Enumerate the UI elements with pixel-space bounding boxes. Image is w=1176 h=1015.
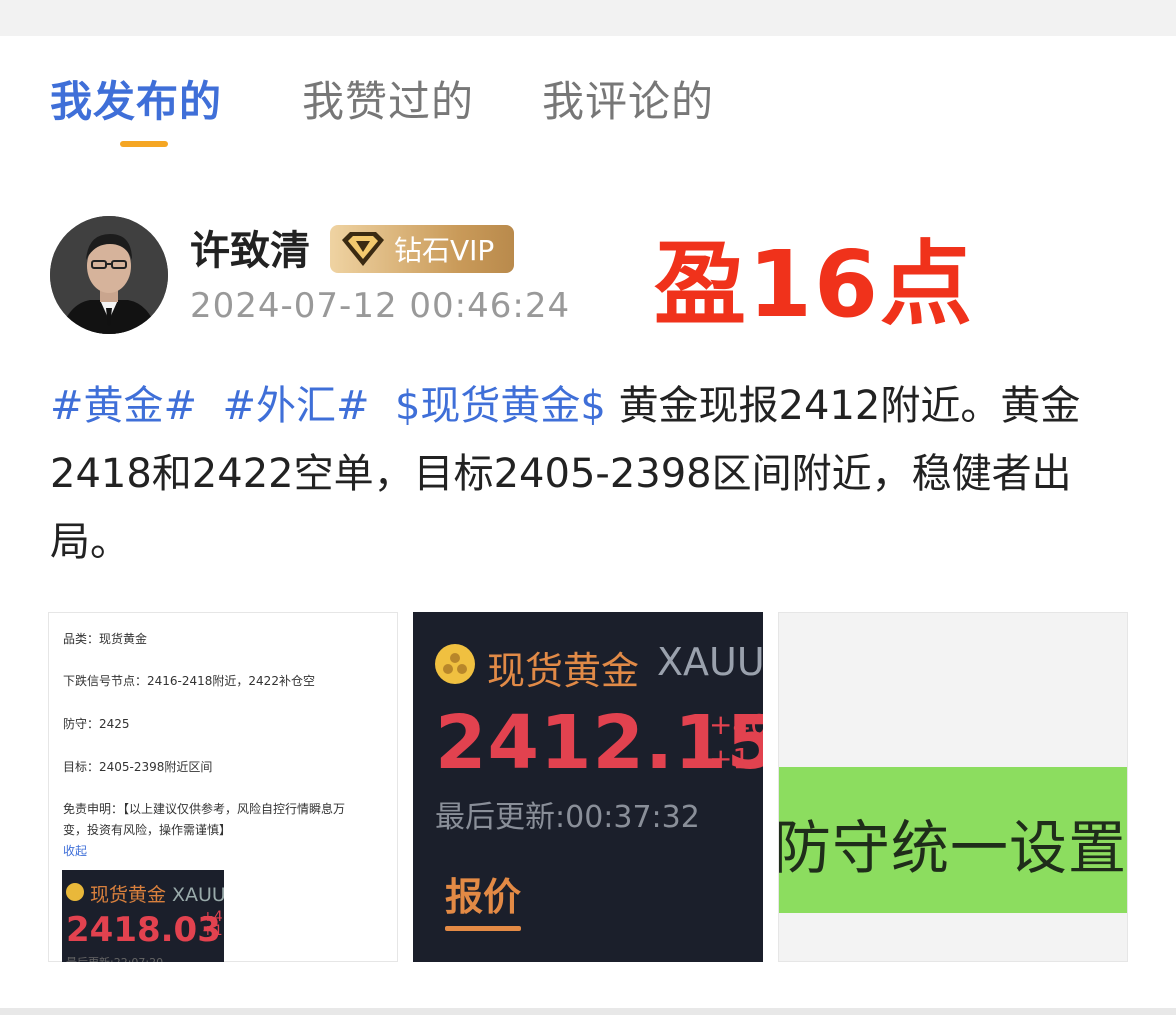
embedded-quote-screenshot: 现货黄金XAUU 2418.03 +4+1 最后更新:22:07:20 <box>62 870 224 962</box>
tab-published[interactable]: 我发布的 <box>50 76 222 128</box>
image-text-line: 品类：现货黄金 <box>63 632 148 646</box>
tab-liked[interactable]: 我赞过的 <box>302 76 474 128</box>
bottom-separator <box>0 1008 1176 1015</box>
post-body: #黄金# #外汇# $现货黄金$ 黄金现报2412附近。黄金2418和2422空… <box>50 372 1130 576</box>
mini-price: 2418.03 <box>66 910 221 950</box>
top-separator <box>0 0 1176 36</box>
stock-tag-spot-gold[interactable]: $现货黄金$ <box>395 383 606 429</box>
post-image-3[interactable]: 防守统一设置 <box>778 612 1128 962</box>
gold-coin-icon <box>435 644 475 684</box>
quote-tab-underline <box>445 926 521 931</box>
quote-tab-label: 报价 <box>445 875 522 919</box>
image-caption: 防守统一设置 <box>778 814 1128 882</box>
instrument-code: XAUU <box>657 640 763 684</box>
vip-label: 钻石VIP <box>394 234 495 267</box>
last-updated: 最后更新:00:37:32 <box>435 800 700 835</box>
author-name[interactable]: 许致清 <box>190 226 310 276</box>
vip-badge: 钻石VIP <box>330 225 514 273</box>
collapse-link: 收起 <box>63 844 88 858</box>
image-text-line: 防守：2425 <box>63 717 130 731</box>
instrument-name: 现货黄金 <box>487 649 640 693</box>
image-text-line: 下跌信号节点：2416-2418附近，2422补仓空 <box>63 674 315 688</box>
hashtag-gold[interactable]: #黄金# <box>50 383 197 429</box>
mini-instrument-name: 现货黄金 XAUU <box>90 884 224 906</box>
active-tab-indicator <box>120 141 168 147</box>
mini-update-time: 最后更新:22:07:20 <box>66 954 163 962</box>
profit-overlay: 盈16点 <box>654 231 975 338</box>
post-timestamp: 2024-07-12 00:46:24 <box>190 286 571 326</box>
avatar[interactable] <box>50 216 168 334</box>
image-text-line: 免责申明：【以上建议仅供参考，风险自控行情瞬息万 <box>63 802 346 816</box>
price-change-percent: +1.7 <box>709 742 763 775</box>
diamond-icon <box>342 232 384 266</box>
mini-change: +4 +1 <box>202 909 223 939</box>
image-text-line: 目标：2405-2398附近区间 <box>63 760 213 774</box>
image-text-line: 变，投资有风险，操作需谨慎】 <box>63 823 232 837</box>
hashtag-forex[interactable]: #外汇# <box>222 383 369 429</box>
price-change: +40 <box>709 708 763 741</box>
tab-commented[interactable]: 我评论的 <box>542 76 714 128</box>
post-image-2[interactable]: 现货黄金 XAUU 2412.15 +40 +1.7 最后更新:00:37:32… <box>413 612 763 962</box>
gold-coin-icon <box>66 883 84 901</box>
